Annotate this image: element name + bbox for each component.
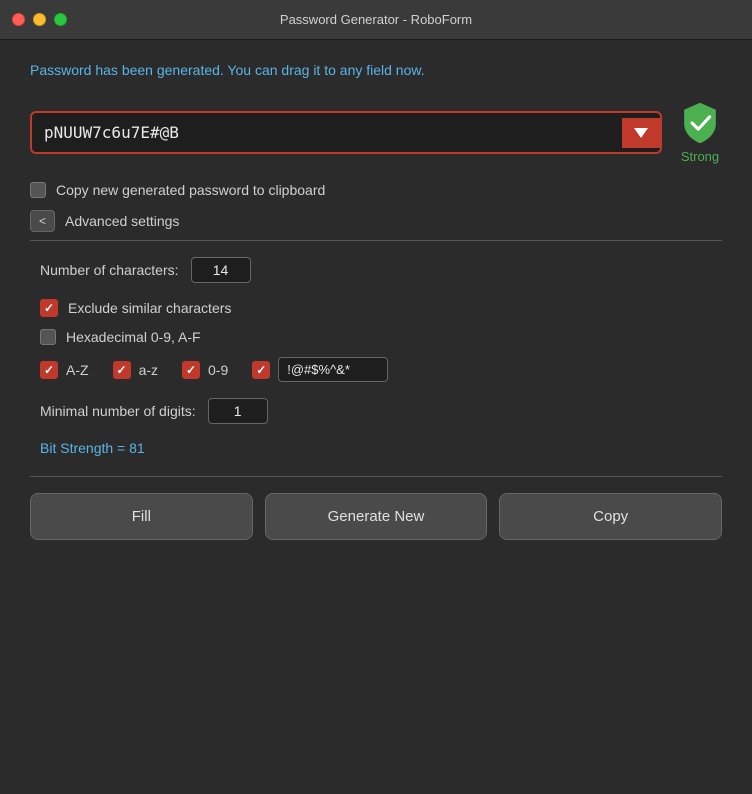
clipboard-checkbox-label: Copy new generated password to clipboard bbox=[56, 182, 325, 198]
hexadecimal-label: Hexadecimal 0-9, A-F bbox=[66, 329, 201, 345]
exclude-similar-row: ✓ Exclude similar characters bbox=[40, 299, 722, 317]
min-digits-input[interactable] bbox=[208, 398, 268, 424]
char-option-az-upper: ✓ A-Z bbox=[40, 361, 89, 379]
clipboard-checkbox-row: Copy new generated password to clipboard bbox=[30, 182, 722, 198]
minimize-button[interactable] bbox=[33, 13, 46, 26]
az-lower-checkbox[interactable]: ✓ bbox=[113, 361, 131, 379]
title-bar-buttons bbox=[12, 13, 67, 26]
num-chars-input[interactable] bbox=[191, 257, 251, 283]
password-input[interactable] bbox=[32, 113, 622, 152]
generate-new-button[interactable]: Generate New bbox=[265, 493, 488, 540]
main-content: Password has been generated. You can dra… bbox=[0, 40, 752, 560]
notice-text: Password has been generated. You can dra… bbox=[30, 60, 722, 81]
password-row: Strong bbox=[30, 101, 722, 164]
exclude-similar-checkbox[interactable]: ✓ bbox=[40, 299, 58, 317]
char-option-digits: ✓ 0-9 bbox=[182, 361, 228, 379]
maximize-button[interactable] bbox=[54, 13, 67, 26]
title-bar: Password Generator - RoboForm bbox=[0, 0, 752, 40]
strength-shield: Strong bbox=[678, 101, 722, 164]
special-chars-input[interactable] bbox=[278, 357, 388, 382]
password-dropdown-button[interactable] bbox=[622, 118, 660, 148]
az-lower-label: a-z bbox=[139, 362, 158, 378]
num-chars-label: Number of characters: bbox=[40, 262, 179, 278]
strength-label: Strong bbox=[681, 149, 719, 164]
advanced-settings-label: Advanced settings bbox=[65, 213, 179, 229]
hexadecimal-checkbox[interactable] bbox=[40, 329, 56, 345]
advanced-panel: Number of characters: ✓ Exclude similar … bbox=[30, 257, 722, 456]
clipboard-checkbox[interactable] bbox=[30, 182, 46, 198]
chevron-down-icon bbox=[634, 128, 648, 138]
footer-buttons: Fill Generate New Copy bbox=[30, 493, 722, 540]
fill-button[interactable]: Fill bbox=[30, 493, 253, 540]
copy-button[interactable]: Copy bbox=[499, 493, 722, 540]
char-options-row: ✓ A-Z ✓ a-z ✓ 0-9 ✓ bbox=[40, 357, 722, 382]
checkmark-icon: ✓ bbox=[44, 302, 54, 314]
digits-checkbox[interactable]: ✓ bbox=[182, 361, 200, 379]
special-checkbox[interactable]: ✓ bbox=[252, 361, 270, 379]
divider-bottom bbox=[30, 476, 722, 477]
az-upper-label: A-Z bbox=[66, 362, 89, 378]
divider-top bbox=[30, 240, 722, 241]
char-option-az-lower: ✓ a-z bbox=[113, 361, 158, 379]
close-button[interactable] bbox=[12, 13, 25, 26]
exclude-similar-label: Exclude similar characters bbox=[68, 300, 231, 316]
bit-strength-text: Bit Strength = 81 bbox=[40, 440, 722, 456]
az-upper-checkbox[interactable]: ✓ bbox=[40, 361, 58, 379]
advanced-toggle-row: < Advanced settings bbox=[30, 210, 722, 232]
num-chars-row: Number of characters: bbox=[40, 257, 722, 283]
min-digits-row: Minimal number of digits: bbox=[40, 398, 722, 424]
password-input-wrapper bbox=[30, 111, 662, 154]
advanced-toggle-button[interactable]: < bbox=[30, 210, 55, 232]
min-digits-label: Minimal number of digits: bbox=[40, 403, 196, 419]
window-title: Password Generator - RoboForm bbox=[280, 12, 472, 27]
hexadecimal-row: Hexadecimal 0-9, A-F bbox=[40, 329, 722, 345]
shield-icon bbox=[678, 101, 722, 145]
digits-label: 0-9 bbox=[208, 362, 228, 378]
char-option-special: ✓ bbox=[252, 357, 388, 382]
